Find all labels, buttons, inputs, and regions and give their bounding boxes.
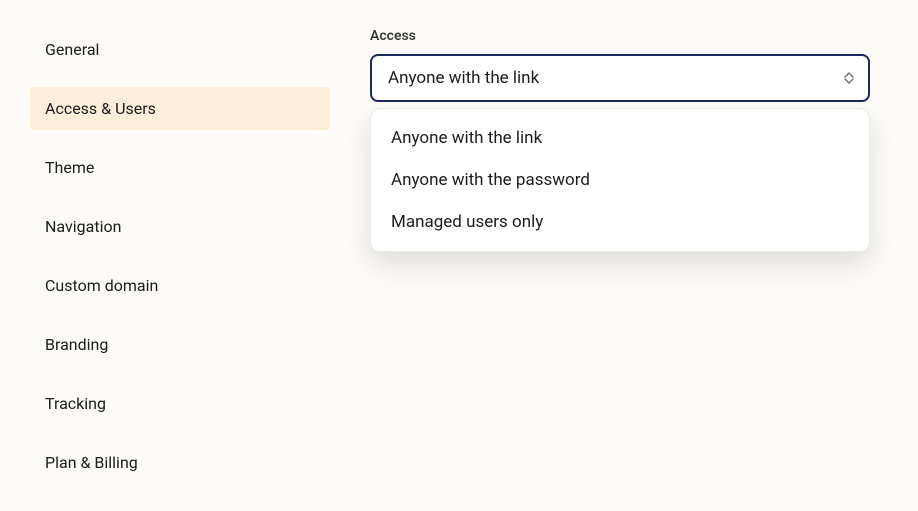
access-option-anyone-link[interactable]: Anyone with the link — [371, 117, 869, 159]
sidebar-item-branding[interactable]: Branding — [30, 323, 330, 366]
access-field-label: Access — [370, 28, 870, 44]
sidebar-item-plan-billing[interactable]: Plan & Billing — [30, 441, 330, 484]
sidebar-item-label: Tracking — [45, 394, 106, 413]
access-selected-value: Anyone with the link — [388, 68, 539, 88]
sidebar-item-access-users[interactable]: Access & Users — [30, 87, 330, 130]
sidebar-item-navigation[interactable]: Navigation — [30, 205, 330, 248]
sidebar-item-theme[interactable]: Theme — [30, 146, 330, 189]
option-label: Anyone with the link — [391, 128, 542, 148]
sidebar-item-label: Navigation — [45, 217, 121, 236]
sidebar-item-label: General — [45, 40, 99, 59]
access-dropdown: Anyone with the link Anyone with the pas… — [370, 108, 870, 252]
main-content: Access Anyone with the link Anyone with … — [340, 28, 918, 511]
sidebar-item-label: Access & Users — [45, 99, 156, 118]
option-label: Anyone with the password — [391, 170, 590, 190]
sidebar-item-general[interactable]: General — [30, 28, 330, 71]
access-select: Anyone with the link Anyone with the lin… — [370, 54, 870, 102]
sidebar-item-custom-domain[interactable]: Custom domain — [30, 264, 330, 307]
sidebar-item-label: Branding — [45, 335, 108, 354]
option-label: Managed users only — [391, 212, 543, 232]
settings-sidebar: General Access & Users Theme Navigation … — [0, 28, 340, 511]
access-option-managed-users[interactable]: Managed users only — [371, 201, 869, 243]
sidebar-item-label: Theme — [45, 158, 94, 177]
access-select-trigger[interactable]: Anyone with the link — [370, 54, 870, 102]
sidebar-item-label: Custom domain — [45, 276, 158, 295]
sidebar-item-label: Plan & Billing — [45, 453, 138, 472]
chevron-up-down-icon — [844, 72, 854, 84]
sidebar-item-tracking[interactable]: Tracking — [30, 382, 330, 425]
access-option-anyone-password[interactable]: Anyone with the password — [371, 159, 869, 201]
